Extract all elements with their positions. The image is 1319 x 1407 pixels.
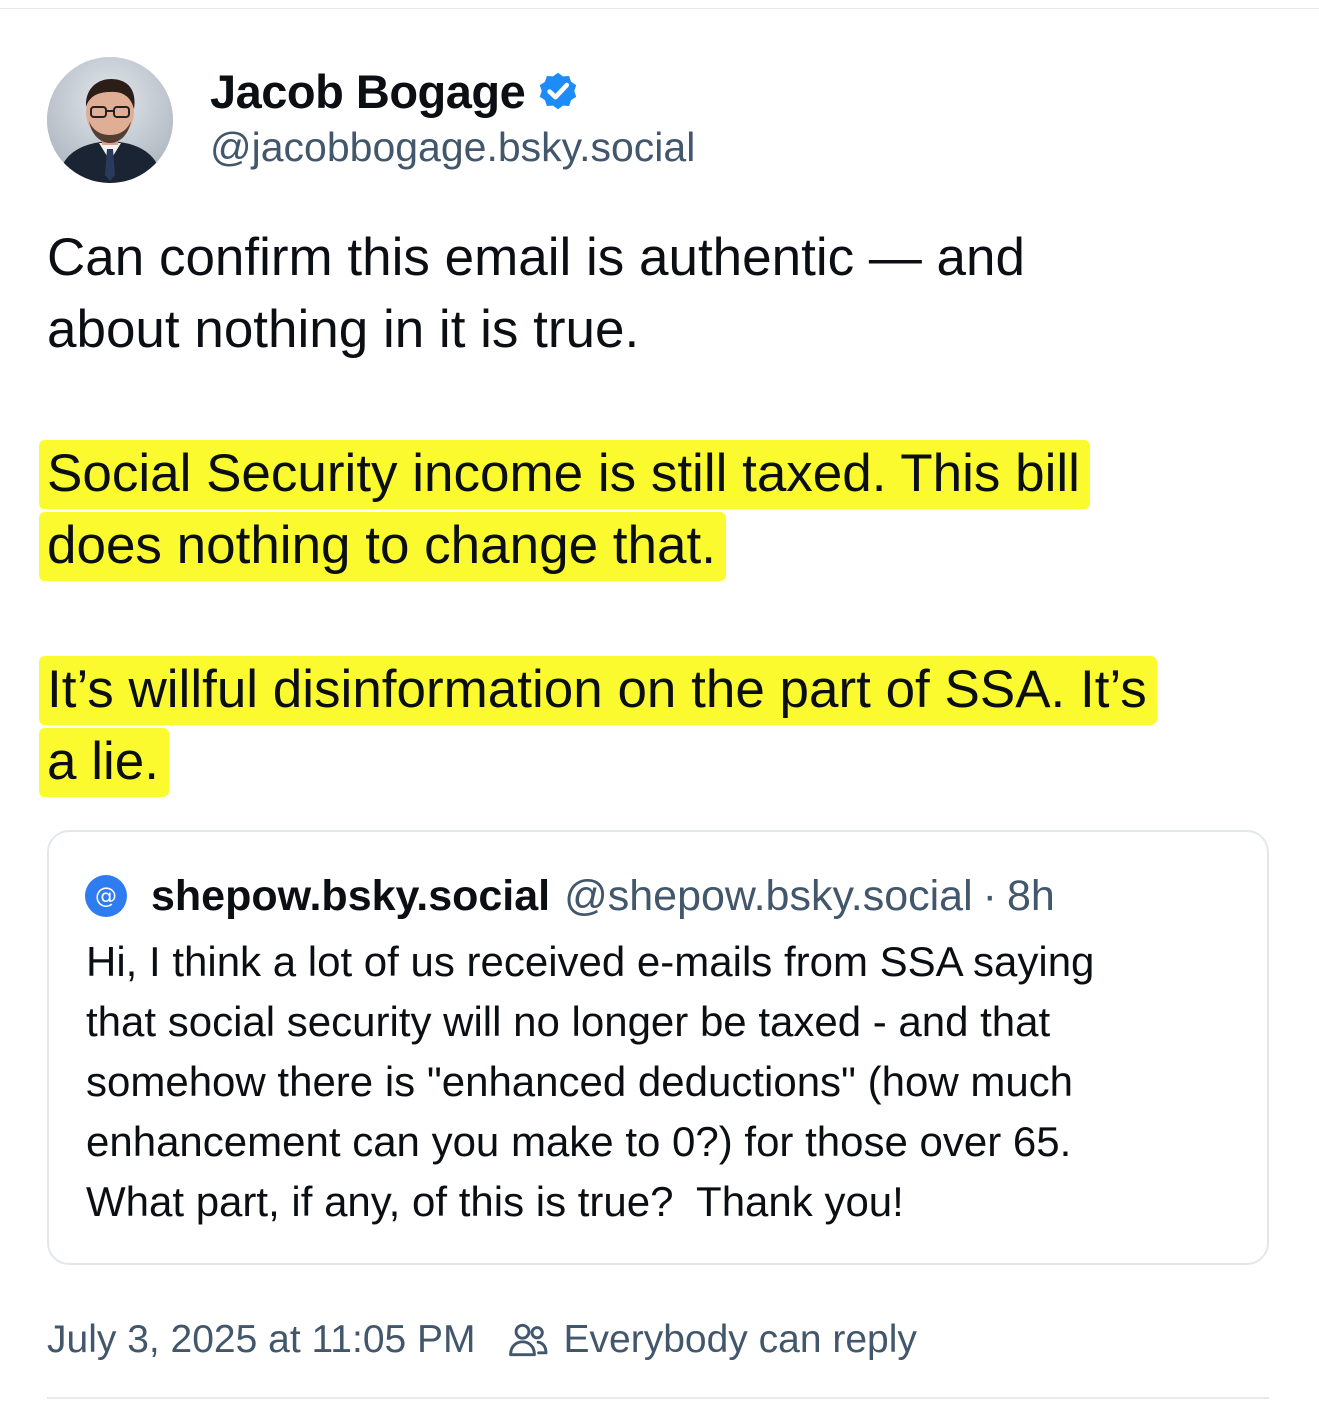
verified-check-icon[interactable] (535, 68, 581, 114)
quoted-author-name[interactable]: shepow.bsky.social (151, 872, 550, 921)
author-avatar[interactable] (47, 57, 173, 183)
quoted-post-text: Hi, I think a lot of us received e-mails… (86, 938, 1095, 1225)
author-name-row: Jacob Bogage (210, 60, 695, 122)
quoted-author-handle[interactable]: @shepow.bsky.social (564, 872, 973, 921)
post-timestamp[interactable]: July 3, 2025 at 11:05 PM (47, 1318, 476, 1362)
quoted-post-card[interactable]: @ shepow.bsky.social @shepow.bsky.social… (47, 830, 1269, 1265)
separator-dot: · (982, 871, 997, 920)
reply-setting[interactable]: Everybody can reply (564, 1318, 917, 1362)
quoted-author-avatar[interactable]: @ (85, 875, 127, 917)
post-meta-row: July 3, 2025 at 11:05 PM Everybody can r… (47, 1310, 917, 1370)
post-line: Can confirm this email is authentic — an… (47, 228, 1025, 287)
highlighted-text: Social Security income is still taxed. T… (39, 440, 1090, 509)
author-handle[interactable]: @jacobbogage.bsky.social (210, 124, 695, 171)
author-display-name[interactable]: Jacob Bogage (210, 64, 526, 119)
post-body: Can confirm this email is authentic — an… (39, 222, 1287, 798)
highlighted-text: It’s willful disinformation on the part … (39, 656, 1157, 725)
quoted-post-header: @ shepow.bsky.social @shepow.bsky.social… (85, 868, 1055, 924)
quoted-post-time[interactable]: 8h (1007, 872, 1055, 921)
author-photo (47, 57, 173, 183)
people-icon (506, 1318, 550, 1362)
bottom-divider (47, 1397, 1269, 1399)
post-line: about nothing in it is true. (47, 300, 640, 359)
author-block: Jacob Bogage @jacobbogage.bsky.social (210, 60, 695, 171)
highlighted-text: a lie. (39, 728, 169, 797)
highlighted-text: does nothing to change that. (39, 512, 726, 581)
top-divider (0, 8, 1319, 9)
